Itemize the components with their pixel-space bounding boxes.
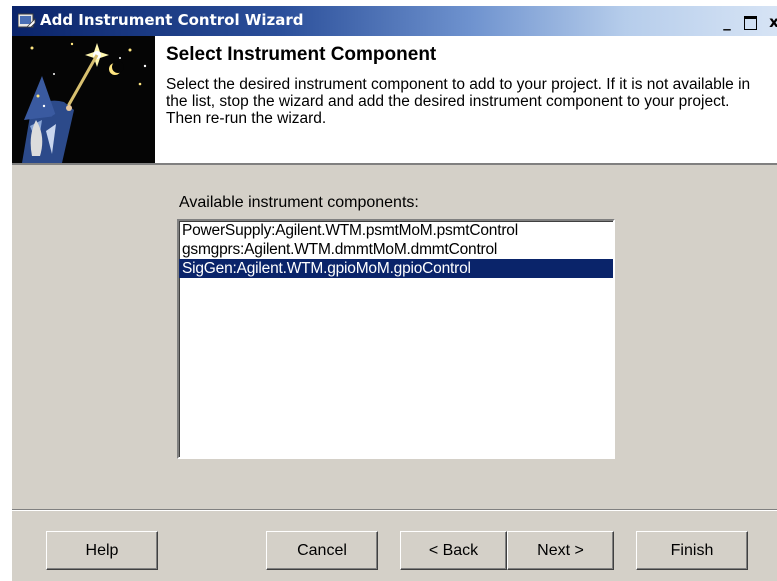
finish-button[interactable]: Finish (636, 531, 748, 570)
button-bar: Help Cancel < Back Next > Finish (12, 511, 777, 581)
minimize-button[interactable]: _ (717, 13, 737, 31)
wizard-with-wand-icon (12, 36, 155, 163)
list-item-powersupply[interactable]: PowerSupply:Agilent.WTM.psmtMoM.psmtCont… (179, 221, 613, 240)
back-button[interactable]: < Back (400, 531, 507, 570)
wizard-body: Available instrument components: PowerSu… (12, 165, 777, 510)
wizard-app-icon (17, 13, 36, 29)
next-button[interactable]: Next > (507, 531, 614, 570)
list-item-gsmgprs[interactable]: gsmgprs:Agilent.WTM.dmmtMoM.dmmtControl (179, 240, 613, 259)
list-item-siggen[interactable]: SigGen:Agilent.WTM.gpioMoM.gpioControl (179, 259, 613, 278)
maximize-button[interactable] (740, 13, 760, 31)
components-list-label: Available instrument components: (179, 194, 419, 211)
maximize-icon (743, 15, 757, 30)
title-bar[interactable]: Add Instrument Control Wizard _ x (12, 6, 777, 36)
wizard-header: Select Instrument Component Select the d… (12, 36, 777, 165)
cancel-button[interactable]: Cancel (266, 531, 378, 570)
wizard-window: Add Instrument Control Wizard _ x (10, 6, 777, 581)
window-title: Add Instrument Control Wizard (40, 11, 304, 29)
components-listbox[interactable]: PowerSupply:Agilent.WTM.psmtMoM.psmtCont… (177, 219, 615, 459)
close-button[interactable]: x (764, 13, 777, 31)
page-title: Select Instrument Component (166, 44, 437, 65)
help-button[interactable]: Help (46, 531, 158, 570)
page-description: Select the desired instrument component … (166, 76, 751, 127)
